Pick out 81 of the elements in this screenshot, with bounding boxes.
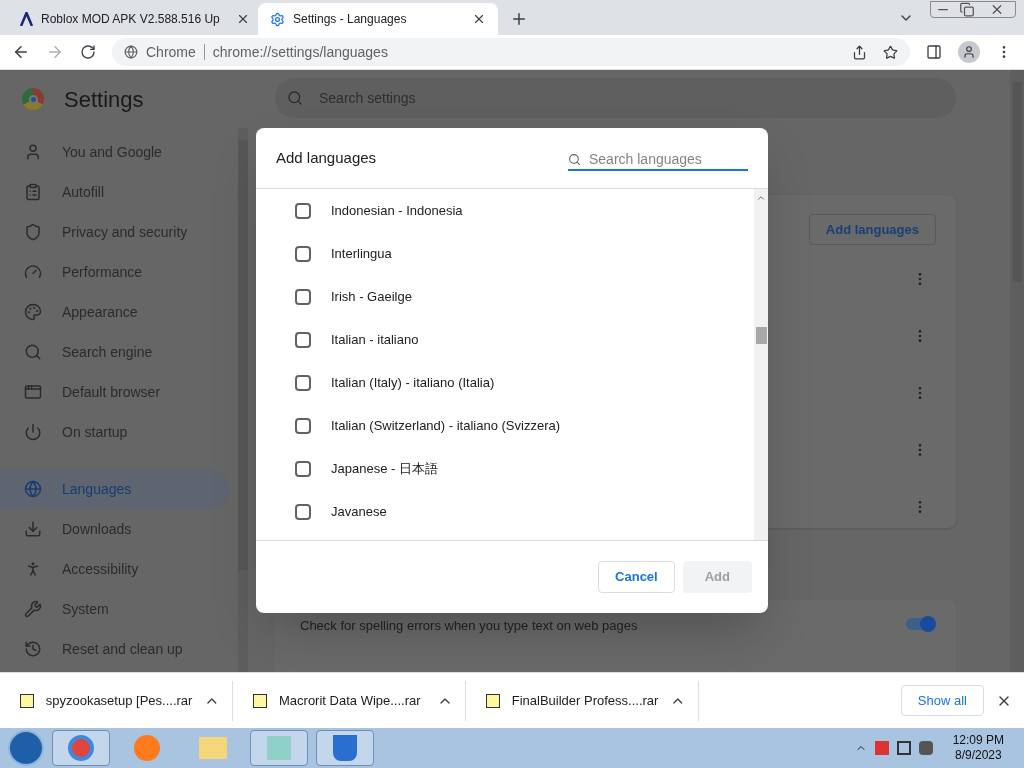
- search-icon: [287, 90, 303, 106]
- language-label: Javanese: [331, 502, 387, 521]
- settings-icon: [270, 11, 285, 27]
- sidebar-item[interactable]: Search engine: [0, 332, 238, 372]
- person-icon: [24, 143, 42, 161]
- download-item[interactable]: spyzookasetup [Pes....rar: [0, 680, 233, 721]
- archive-file-icon: [253, 693, 267, 708]
- close-icon[interactable]: [472, 12, 486, 26]
- history-icon: [24, 640, 42, 658]
- search-languages-field[interactable]: Search languages: [568, 149, 748, 171]
- archive-file-icon: [20, 693, 34, 708]
- star-icon[interactable]: [883, 44, 898, 60]
- address-bar[interactable]: Chrome chrome://settings/languages: [112, 38, 910, 66]
- power-icon: [24, 423, 42, 441]
- sidebar-item[interactable]: Appearance: [0, 292, 238, 332]
- language-label: Irish - Gaeilge: [331, 287, 412, 306]
- shield-icon: [24, 223, 42, 241]
- sidebar-item[interactable]: Reset and clean up: [0, 629, 238, 669]
- checkbox[interactable]: [295, 331, 311, 348]
- browser-tab[interactable]: Settings - Languages: [258, 3, 498, 35]
- close-icon[interactable]: [236, 12, 250, 26]
- language-label: Interlingua: [331, 244, 392, 263]
- clock[interactable]: 12:09 PM 8/9/2023: [940, 733, 1016, 763]
- sidebar-item[interactable]: Autofill: [0, 172, 238, 212]
- download-item[interactable]: FinalBuilder Profess....rar: [466, 680, 699, 721]
- spell-check-label: Check for spelling errors when you type text on web pages: [300, 617, 639, 635]
- language-label: Indonesian - Indonesia: [331, 201, 463, 220]
- show-all-button[interactable]: Show all: [900, 685, 984, 716]
- download-item[interactable]: Macrorit Data Wipe....rar: [233, 680, 466, 721]
- search-icon: [24, 343, 42, 361]
- palette-icon: [24, 303, 42, 321]
- scroll-thumb[interactable]: [755, 327, 767, 344]
- cancel-button[interactable]: Cancel: [598, 561, 675, 593]
- sidebar-item[interactable]: Privacy and security: [0, 212, 238, 252]
- new-tab-icon[interactable]: [510, 10, 528, 28]
- site-label: Chrome: [146, 42, 196, 62]
- checkbox[interactable]: [295, 374, 311, 391]
- archive-file-icon: [486, 693, 500, 708]
- checkbox[interactable]: [295, 503, 311, 520]
- toggle-switch[interactable]: [906, 618, 936, 630]
- reload-icon[interactable]: [80, 44, 96, 60]
- checkbox[interactable]: [295, 202, 311, 219]
- back-icon[interactable]: [12, 43, 30, 61]
- chrome-logo-icon: [22, 88, 44, 110]
- url-text: chrome://settings/languages: [212, 42, 389, 62]
- sidebar-item[interactable]: Accessibility: [0, 549, 238, 589]
- profile-avatar[interactable]: [958, 41, 980, 63]
- start-button[interactable]: [8, 730, 44, 766]
- wrench-icon: [24, 600, 42, 618]
- shield-app-icon[interactable]: [316, 730, 374, 766]
- language-label: Italian (Italy) - italiano (Italia): [331, 373, 495, 392]
- checkbox[interactable]: [295, 245, 311, 262]
- scroll-up-icon[interactable]: [756, 193, 766, 203]
- browser-app-icon[interactable]: [52, 730, 110, 766]
- checkbox[interactable]: [295, 417, 311, 434]
- language-label: Italian - italiano: [331, 330, 419, 349]
- checkbox[interactable]: [295, 460, 311, 477]
- share-icon[interactable]: [852, 44, 867, 60]
- language-label: Italian (Switzerland) - italiano (Svizzera): [331, 416, 561, 435]
- download-icon: [24, 520, 42, 538]
- side-panel-icon[interactable]: [926, 44, 942, 60]
- clipboard-icon: [24, 183, 42, 201]
- gauge-icon: [24, 263, 42, 281]
- sidebar-item[interactable]: On startup: [0, 412, 238, 452]
- tab-title: Roblox MOD APK V2.588.516 Up: [41, 11, 221, 28]
- dialog-title: Add languages: [276, 147, 378, 168]
- tab-title: Settings - Languages: [293, 11, 408, 28]
- sidebar-item[interactable]: You and Google: [0, 132, 238, 172]
- add-languages-button[interactable]: Add languages: [808, 214, 936, 245]
- browser-window-icon: [24, 383, 42, 401]
- language-label: Japanese - 日本語: [331, 459, 438, 478]
- site-logo-icon: [20, 12, 33, 26]
- checkbox[interactable]: [295, 288, 311, 305]
- sidebar-item[interactable]: Downloads: [0, 509, 238, 549]
- search-icon: [568, 152, 581, 166]
- sidebar-item[interactable]: Languages: [0, 469, 230, 509]
- globe-icon: [24, 480, 42, 498]
- sidebar-item[interactable]: Default browser: [0, 372, 238, 412]
- sidebar-item[interactable]: Performance: [0, 252, 238, 292]
- page-title: Settings: [64, 85, 144, 114]
- sidebar-item[interactable]: System: [0, 589, 238, 629]
